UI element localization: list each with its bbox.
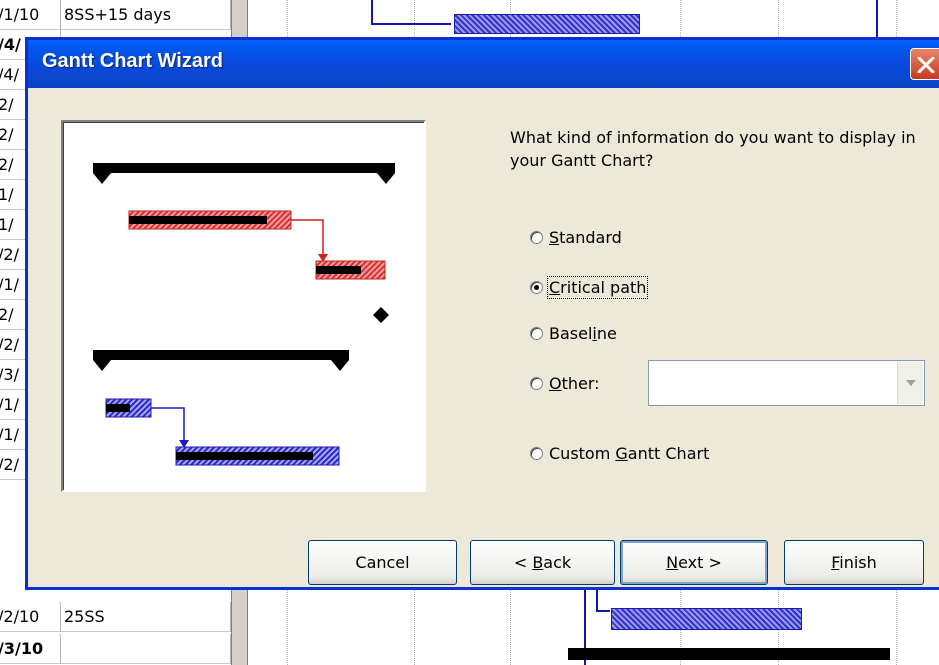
gantt-preview-drawing [93,163,395,466]
radio-button[interactable] [530,376,543,390]
option-critical-path[interactable]: Critical path [530,275,649,299]
option-other[interactable]: Other: [530,371,600,395]
back-button[interactable]: < Back [470,540,615,585]
cancel-button[interactable]: Cancel [308,540,457,585]
gantt-task-bar[interactable] [454,14,640,34]
sheet-cell: 8SS+15 days [61,0,231,30]
radio-button-selected[interactable] [530,280,543,294]
link-arrow [151,407,189,448]
close-icon [917,57,935,73]
gantt-link-line [596,610,610,612]
normal-task-bar [105,398,152,418]
gantt-link-line [876,0,878,40]
option-baseline[interactable]: Baseline [530,321,617,345]
dropdown-button[interactable] [897,362,923,404]
link-arrow [291,219,328,262]
sheet-cell: /2/10 [0,602,61,632]
title-bar[interactable]: Gantt Chart Wizard [28,40,939,88]
option-standard[interactable]: Standard [530,225,622,249]
normal-task-bar [175,446,340,466]
close-button[interactable] [910,48,939,80]
critical-task-bar [315,260,386,280]
summary-task-bar [93,350,349,371]
gantt-preview-image [61,120,426,492]
critical-task-bar [128,210,292,230]
milestone-marker [373,307,389,323]
option-custom-gantt-chart[interactable]: Custom Gantt Chart [530,441,709,465]
other-style-combobox[interactable] [648,360,925,406]
sheet-cell: /1/10 [0,0,61,30]
option-label: Critical path [546,275,649,299]
gantt-chart-wizard-dialog: Gantt Chart Wizard What kind of informat… [25,37,939,590]
option-label: Other: [549,373,600,393]
radio-button[interactable] [530,446,543,460]
radio-button[interactable] [530,230,543,244]
option-label: Custom Gantt Chart [549,443,710,463]
finish-button[interactable]: Finish [784,540,924,585]
summary-task-bar [93,163,395,184]
dialog-title: Gantt Chart Wizard [42,50,223,72]
sheet-cell [61,634,231,664]
radio-button[interactable] [530,326,543,340]
chevron-down-icon [906,380,916,386]
option-label: Baseline [549,323,617,343]
sheet-cell: 25SS [61,602,231,632]
wizard-question: What kind of information do you want to … [510,128,916,170]
gantt-link-line [596,590,598,612]
option-label: Standard [549,227,622,247]
sheet-cell: /3/10 [0,634,61,664]
next-button[interactable]: Next > [620,540,768,585]
gantt-task-bar[interactable] [611,608,802,630]
gantt-link-line [371,0,373,25]
gantt-link-line [371,23,451,25]
gantt-summary-bar[interactable] [568,648,890,660]
